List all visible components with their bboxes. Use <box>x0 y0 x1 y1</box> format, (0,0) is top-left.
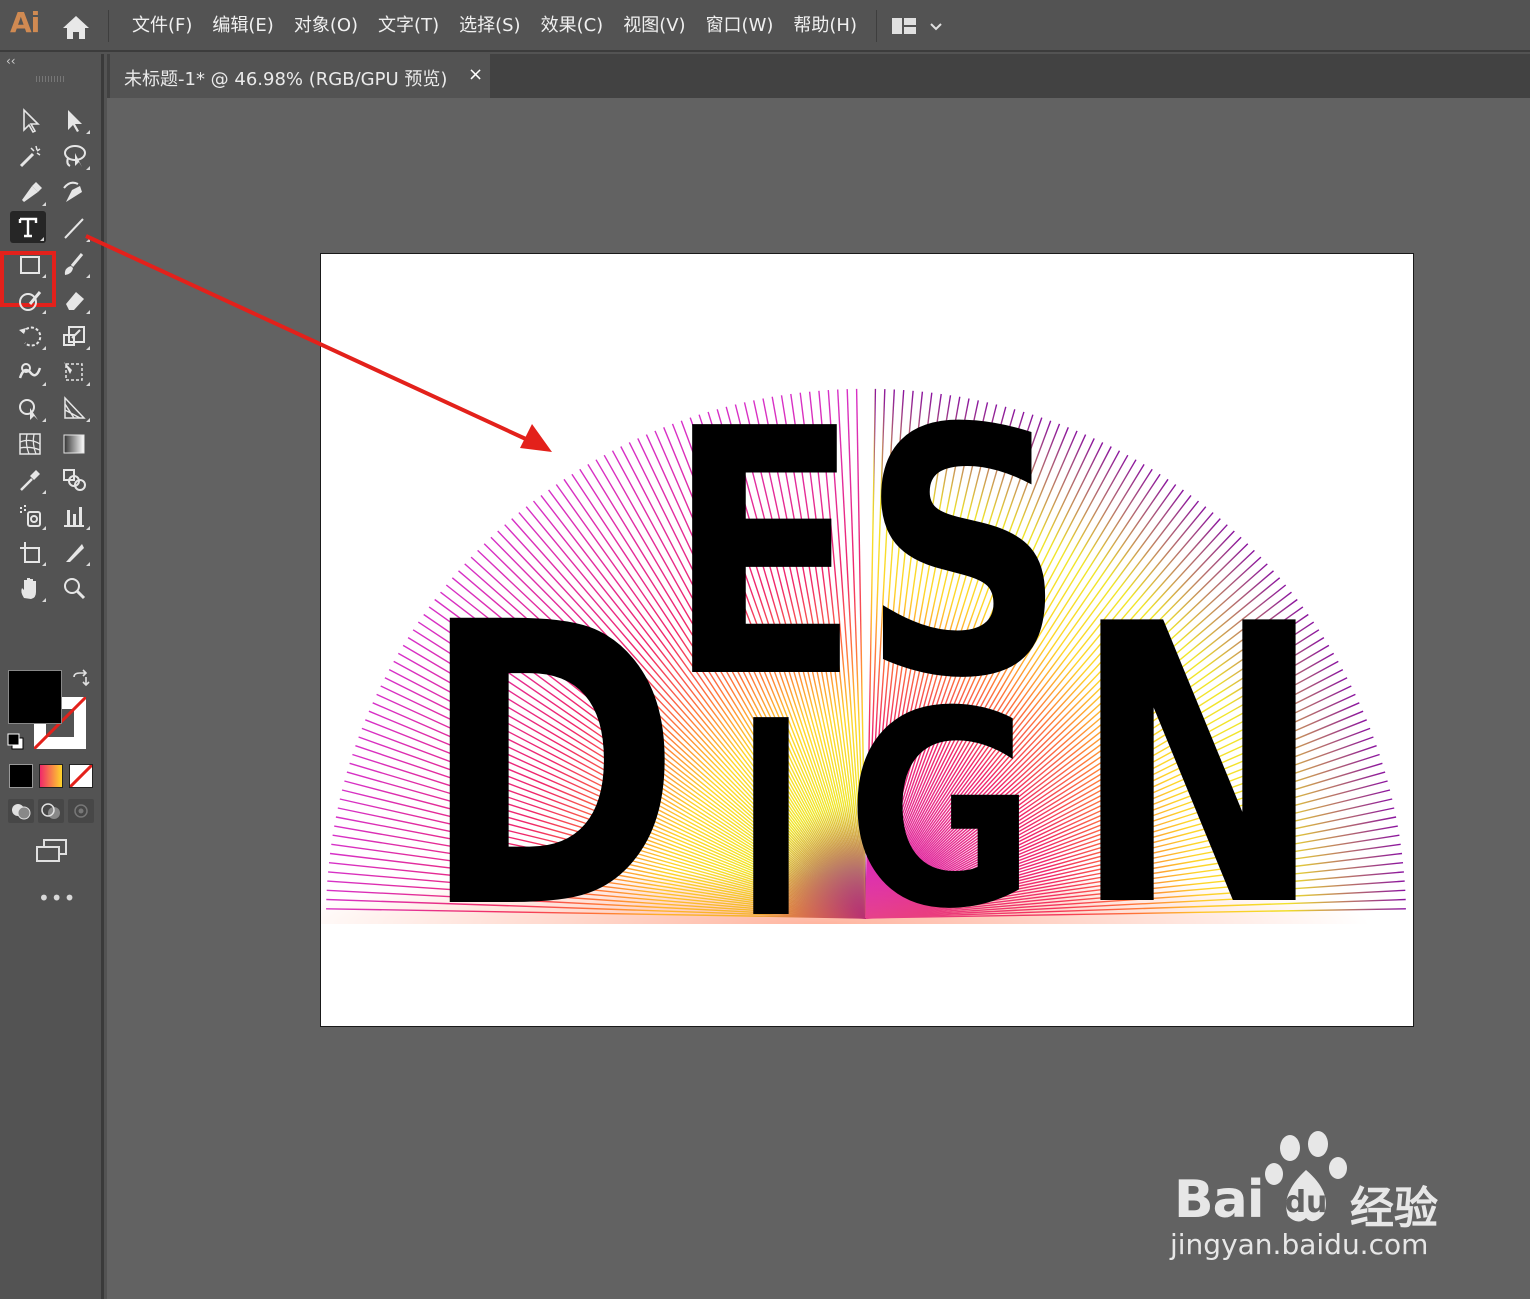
workspace-switcher-icon[interactable] <box>892 14 948 40</box>
baidu-paw-logo: du <box>1265 1131 1347 1222</box>
artboard[interactable]: ES D I G N <box>320 253 1414 1027</box>
design-artwork[interactable]: ES D I G N <box>321 254 1413 1026</box>
shape-builder-tool-icon[interactable] <box>12 392 48 424</box>
document-tab[interactable]: 未标题-1* @ 46.98% (RGB/GPU 预览) × <box>110 54 490 98</box>
screen-mode-icon[interactable] <box>34 837 70 865</box>
color-mode-button[interactable] <box>9 764 33 788</box>
perspective-grid-tool-icon[interactable] <box>56 392 92 424</box>
menu-items: 文件(F) 编辑(E) 对象(O) 文字(T) 选择(S) 效果(C) 视图(V… <box>122 12 867 40</box>
pen-tool-icon[interactable] <box>12 176 48 208</box>
hand-tool-icon[interactable] <box>12 572 48 604</box>
menu-select[interactable]: 选择(S) <box>449 12 530 40</box>
baidu-jingyan-watermark: du Bai 经验 jingyan.baidu.com <box>1170 1130 1470 1270</box>
rectangle-tool-icon[interactable] <box>12 248 48 280</box>
lasso-tool-icon[interactable] <box>56 140 92 172</box>
menu-type[interactable]: 文字(T) <box>368 12 449 40</box>
none-mode-button[interactable] <box>68 763 94 789</box>
artwork-letter-i: I <box>736 663 806 978</box>
collapse-panel-button[interactable]: ‹‹ <box>6 54 16 68</box>
menu-file[interactable]: 文件(F) <box>122 12 202 40</box>
gradient-tool-icon[interactable] <box>56 428 92 460</box>
shaper-tool-icon[interactable] <box>12 284 48 316</box>
magic-wand-tool-icon[interactable] <box>12 140 48 172</box>
menu-divider-2 <box>876 10 877 42</box>
free-transform-tool-icon[interactable] <box>56 356 92 388</box>
artwork-letter-g: G <box>846 653 1036 968</box>
menu-help[interactable]: 帮助(H) <box>783 12 867 40</box>
artboard-tool-icon[interactable] <box>12 536 48 568</box>
close-tab-button[interactable]: × <box>468 64 483 85</box>
tools-panel: ‹‹ ••• <box>0 54 104 1299</box>
mesh-tool-icon[interactable] <box>12 428 48 460</box>
column-graph-tool-icon[interactable] <box>56 500 92 532</box>
draw-normal-icon[interactable] <box>8 799 34 823</box>
artwork-letter-n: N <box>1073 543 1323 991</box>
swap-fill-stroke-icon[interactable] <box>70 669 92 691</box>
draw-behind-icon[interactable] <box>38 799 64 823</box>
selection-tool-icon[interactable] <box>12 104 48 136</box>
gradient-mode-button[interactable] <box>39 764 63 788</box>
document-tab-title[interactable]: 未标题-1* @ 46.98% (RGB/GPU 预览) <box>124 65 447 91</box>
watermark-url: jingyan.baidu.com <box>1170 1228 1429 1261</box>
direct-selection-tool-icon[interactable] <box>56 104 92 136</box>
draw-inside-icon[interactable] <box>68 799 94 823</box>
fill-swatch[interactable] <box>8 670 62 724</box>
menu-view[interactable]: 视图(V) <box>613 12 695 40</box>
eraser-tool-icon[interactable] <box>56 284 92 316</box>
curvature-tool-icon[interactable] <box>56 176 92 208</box>
menu-divider <box>108 10 109 42</box>
scale-tool-icon[interactable] <box>56 320 92 352</box>
menu-window[interactable]: 窗口(W) <box>696 12 784 40</box>
blend-tool-icon[interactable] <box>56 464 92 496</box>
eyedropper-tool-icon[interactable] <box>12 464 48 496</box>
line-segment-tool-icon[interactable] <box>56 212 92 244</box>
svg-text:du: du <box>1285 1185 1328 1220</box>
zoom-tool-icon[interactable] <box>56 572 92 604</box>
rotate-tool-icon[interactable] <box>12 320 48 352</box>
document-tab-bar: 未标题-1* @ 46.98% (RGB/GPU 预览) × <box>107 54 1530 98</box>
slice-tool-icon[interactable] <box>56 536 92 568</box>
panel-grip[interactable] <box>36 76 66 82</box>
menu-object[interactable]: 对象(O) <box>284 12 368 40</box>
default-colors-icon[interactable] <box>6 732 26 752</box>
watermark-brand: Bai <box>1174 1170 1265 1230</box>
home-icon[interactable] <box>60 12 92 42</box>
menu-bar: Ai 文件(F) 编辑(E) 对象(O) 文字(T) 选择(S) 效果(C) 视… <box>0 0 1530 52</box>
edit-toolbar-button[interactable]: ••• <box>38 886 76 910</box>
menu-edit[interactable]: 编辑(E) <box>202 12 283 40</box>
warp-tool-icon[interactable] <box>12 356 48 388</box>
paintbrush-tool-icon[interactable] <box>56 248 92 280</box>
menu-effect[interactable]: 效果(C) <box>531 12 614 40</box>
artwork-letter-d: D <box>421 540 681 994</box>
symbol-sprayer-tool-icon[interactable] <box>12 500 48 532</box>
app-logo: Ai <box>10 6 40 39</box>
watermark-brand-cn: 经验 <box>1350 1183 1438 1234</box>
type-tool-icon[interactable] <box>10 211 46 243</box>
